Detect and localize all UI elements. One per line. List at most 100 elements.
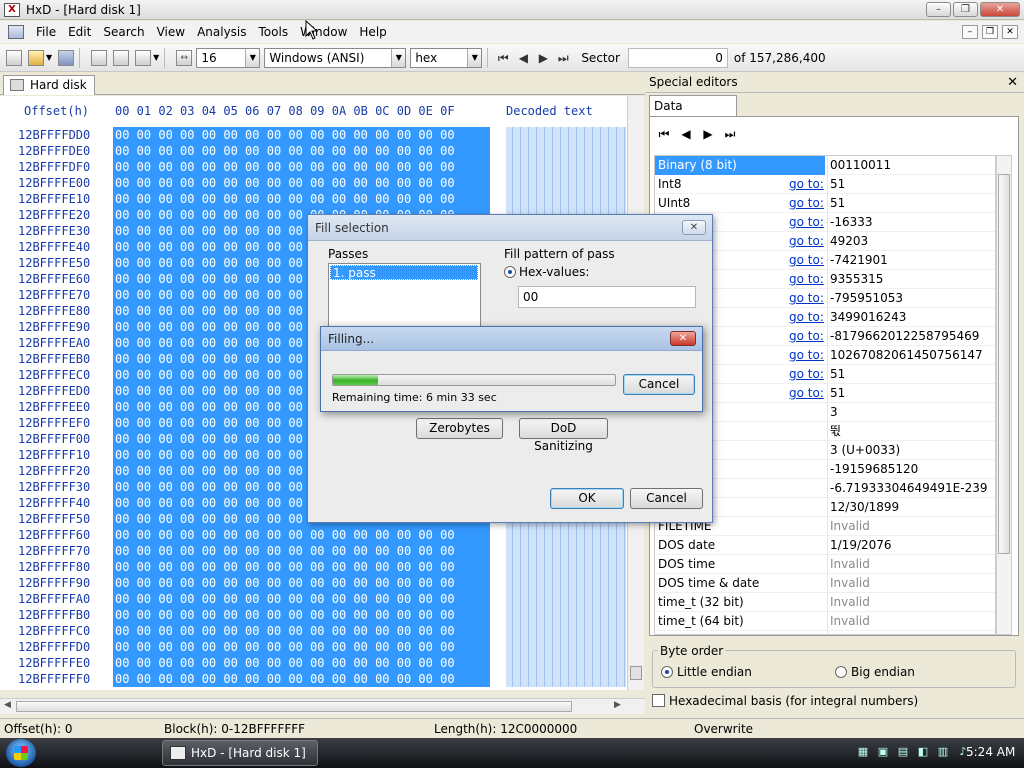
big-endian-radio[interactable]: [835, 666, 847, 678]
row-decoded-text[interactable]: [506, 623, 626, 639]
cancel-fill-button[interactable]: Cancel: [623, 374, 695, 395]
cut-icon[interactable]: [91, 49, 108, 66]
minimize-button[interactable]: –: [926, 2, 951, 17]
inspector-row[interactable]: DOS date 1/19/2076: [655, 536, 995, 555]
inspector-value[interactable]: {D025C033-00BC-8E7C-C08E-D: [827, 631, 995, 634]
row-decoded-text[interactable]: [506, 543, 626, 559]
inspector-value[interactable]: -7421901: [827, 251, 995, 270]
document-icon[interactable]: [8, 25, 24, 39]
inspector-value[interactable]: Invalid: [827, 555, 995, 574]
little-endian-radio[interactable]: [661, 666, 673, 678]
inspector-row[interactable]: time_t (32 bit) Invalid: [655, 593, 995, 612]
inspector-value[interactable]: Invalid: [827, 517, 995, 536]
cancel-button[interactable]: Cancel: [630, 488, 703, 509]
goto-link[interactable]: go to:: [789, 177, 824, 191]
menu-analysis[interactable]: Analysis: [191, 21, 252, 43]
network-icon[interactable]: ▥: [936, 745, 950, 759]
row-bytes[interactable]: 00 00 00 00 00 00 00 00 00 00 00 00 00 0…: [113, 575, 490, 591]
inspector-value[interactable]: 51: [827, 365, 995, 384]
hex-horizontal-scrollbar[interactable]: ◀ ▶: [0, 698, 645, 714]
chevron-down-icon[interactable]: ▼: [391, 48, 406, 67]
scroll-thumb[interactable]: [998, 174, 1010, 554]
row-decoded-text[interactable]: [506, 671, 626, 687]
inspector-value[interactable]: -8179662012258795469: [827, 327, 995, 346]
inspector-value[interactable]: 49203: [827, 232, 995, 251]
hex-row[interactable]: 12BFFFFF60 00 00 00 00 00 00 00 00 00 00 …: [0, 527, 627, 543]
row-decoded-text[interactable]: [506, 559, 626, 575]
hex-values-radio[interactable]: [504, 266, 516, 278]
row-bytes[interactable]: 00 00 00 00 00 00 00 00 00 00 00 00 00 0…: [113, 143, 490, 159]
inspector-value[interactable]: 51: [827, 175, 995, 194]
inspector-value[interactable]: 00110011: [827, 156, 995, 175]
clock[interactable]: 5:24 AM: [966, 745, 1015, 759]
scroll-right-icon[interactable]: ▶: [614, 700, 621, 710]
menu-edit[interactable]: Edit: [62, 21, 97, 43]
hex-row[interactable]: 12BFFFFFC0 00 00 00 00 00 00 00 00 00 00 …: [0, 623, 627, 639]
row-decoded-text[interactable]: [506, 591, 626, 607]
inspector-value[interactable]: 3499016243: [827, 308, 995, 327]
hex-row[interactable]: 12BFFFFFB0 00 00 00 00 00 00 00 00 00 00 …: [0, 607, 627, 623]
tray-icon[interactable]: ▤: [896, 745, 910, 759]
row-bytes[interactable]: 00 00 00 00 00 00 00 00 00 00 00 00 00 0…: [113, 607, 490, 623]
row-bytes[interactable]: 00 00 00 00 00 00 00 00 00 00 00 00 00 0…: [113, 623, 490, 639]
last-sector-icon[interactable]: ⏭: [553, 48, 573, 68]
row-decoded-text[interactable]: [506, 143, 626, 159]
inspector-value[interactable]: Invalid: [827, 574, 995, 593]
hex-row[interactable]: 12BFFFFDF0 00 00 00 00 00 00 00 00 00 00 …: [0, 159, 627, 175]
row-bytes[interactable]: 00 00 00 00 00 00 00 00 00 00 00 00 00 0…: [113, 639, 490, 655]
row-decoded-text[interactable]: [506, 127, 626, 143]
hex-row[interactable]: 12BFFFFFF0 00 00 00 00 00 00 00 00 00 00 …: [0, 671, 627, 687]
row-bytes[interactable]: 00 00 00 00 00 00 00 00 00 00 00 00 00 0…: [113, 655, 490, 671]
tab-data-inspector[interactable]: Data inspector: [649, 95, 737, 133]
tray-icon[interactable]: ▣: [876, 745, 890, 759]
maximize-button[interactable]: ❐: [953, 2, 978, 17]
doc-minimize-button[interactable]: –: [962, 25, 978, 39]
hex-row[interactable]: 12BFFFFDD0 00 00 00 00 00 00 00 00 00 00 …: [0, 127, 627, 143]
sector-input[interactable]: 0: [627, 47, 728, 68]
inspector-value[interactable]: 1/19/2076: [827, 536, 995, 555]
charset-select[interactable]: Windows (ANSI) ▼: [264, 47, 407, 68]
inspector-row[interactable]: UInt8 go to: 51: [655, 194, 995, 213]
row-bytes[interactable]: 00 00 00 00 00 00 00 00 00 00 00 00 00 0…: [113, 175, 490, 191]
row-bytes[interactable]: 00 00 00 00 00 00 00 00 00 00 00 00 00 0…: [113, 159, 490, 175]
inspector-value[interactable]: -795951053: [827, 289, 995, 308]
inspector-row[interactable]: DOS time Invalid: [655, 555, 995, 574]
paste-icon[interactable]: [135, 49, 152, 66]
row-decoded-text[interactable]: [506, 639, 626, 655]
tab-hard-disk-1[interactable]: Hard disk 1: [3, 75, 95, 111]
inspector-value[interactable]: Invalid: [827, 593, 995, 612]
open-dropdown-icon[interactable]: ▼: [46, 53, 52, 62]
inspector-value[interactable]: 51: [827, 194, 995, 213]
hex-row[interactable]: 12BFFFFF90 00 00 00 00 00 00 00 00 00 00 …: [0, 575, 627, 591]
menu-tools[interactable]: Tools: [253, 21, 295, 43]
dod-sanitizing-button[interactable]: DoD Sanitizing: [519, 418, 608, 453]
row-decoded-text[interactable]: [506, 527, 626, 543]
inspector-value[interactable]: Invalid: [827, 612, 995, 631]
row-decoded-text[interactable]: [506, 159, 626, 175]
row-decoded-text[interactable]: [506, 175, 626, 191]
row-bytes[interactable]: 00 00 00 00 00 00 00 00 00 00 00 00 00 0…: [113, 527, 490, 543]
next-icon[interactable]: ▶: [700, 126, 716, 142]
hex-row[interactable]: 12BFFFFF80 00 00 00 00 00 00 00 00 00 00 …: [0, 559, 627, 575]
menu-view[interactable]: View: [151, 21, 191, 43]
hxd-app-icon[interactable]: X: [4, 2, 20, 17]
paste-dropdown-icon[interactable]: ▼: [153, 53, 159, 62]
hex-row[interactable]: 12BFFFFFE0 00 00 00 00 00 00 00 00 00 00 …: [0, 655, 627, 671]
menu-search[interactable]: Search: [97, 21, 150, 43]
doc-close-button[interactable]: ✕: [1002, 25, 1018, 39]
menu-file[interactable]: File: [30, 21, 62, 43]
row-decoded-text[interactable]: [506, 191, 626, 207]
goto-link[interactable]: go to:: [789, 196, 824, 210]
inspector-row[interactable]: GUID{D025C033-00BC-8E7C-C08E-D: [655, 631, 995, 634]
ok-button[interactable]: OK: [550, 488, 624, 509]
goto-link[interactable]: go to:: [789, 272, 824, 286]
new-file-icon[interactable]: [6, 49, 22, 66]
inspector-value[interactable]: 51: [827, 384, 995, 403]
start-button[interactable]: [6, 739, 36, 767]
tray-icon[interactable]: ◧: [916, 745, 930, 759]
inspector-row[interactable]: Binary (8 bit) 00110011: [655, 156, 995, 175]
inspector-value[interactable]: -16333: [827, 213, 995, 232]
close-icon[interactable]: ✕: [1007, 74, 1018, 92]
hex-basis-checkbox[interactable]: [652, 694, 665, 707]
scroll-left-icon[interactable]: ◀: [4, 700, 11, 710]
